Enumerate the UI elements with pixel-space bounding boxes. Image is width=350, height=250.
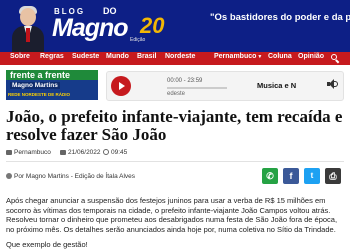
- article-date-label: 21/06/2022: [68, 149, 101, 156]
- nav-item-pernambuco[interactable]: Pernambuco▼: [214, 53, 262, 60]
- article-time-label: 09:45: [111, 149, 128, 156]
- logo-subtitle: Edição: [130, 37, 146, 43]
- share-whatsapp-button[interactable]: ✆: [262, 168, 278, 184]
- nav-item-coluna[interactable]: Coluna: [268, 53, 292, 60]
- article-body: Após chegar anunciar a suspensão dos fes…: [6, 196, 338, 234]
- search-icon[interactable]: [331, 54, 340, 64]
- calendar-icon: [60, 149, 66, 155]
- player-schedule: 00:00 - 23:59: [167, 78, 203, 84]
- article-title: João, o prefeito infante-viajante, tem r…: [6, 107, 343, 144]
- play-icon: [119, 82, 125, 90]
- share-twitter-button[interactable]: t: [304, 168, 320, 184]
- nav-item-nordeste[interactable]: Nordeste: [165, 53, 195, 60]
- article-author-label: Por Magno Martins - Edição de Ítala Alve…: [14, 173, 136, 180]
- columnist-photo: [10, 4, 46, 52]
- logo-anniversary-number: 20: [140, 13, 165, 38]
- article-body-closing: Que exemplo de gestão!: [6, 240, 88, 249]
- radio-program-title: frente a frente: [10, 70, 71, 80]
- nav-item-mundo[interactable]: Mundo: [106, 53, 129, 60]
- site-header: BLOG DO Magno 20 Edição "Os bastidores d…: [0, 0, 350, 52]
- article-time: 09:45: [103, 149, 127, 156]
- folder-icon: [6, 149, 12, 155]
- nav-item-regras[interactable]: Regras: [40, 53, 64, 60]
- clock-icon: [103, 149, 109, 156]
- player-progress-bar[interactable]: [167, 87, 227, 89]
- article-date: 21/06/2022: [60, 149, 101, 156]
- nav-item-pernambuco-label: Pernambuco: [214, 53, 257, 60]
- article-category[interactable]: Pernambuco: [6, 149, 51, 156]
- share-facebook-button[interactable]: f: [283, 168, 299, 184]
- nav-item-brasil[interactable]: Brasil: [137, 53, 156, 60]
- logo-magno-text[interactable]: Magno: [52, 14, 129, 43]
- article-category-label: Pernambuco: [14, 149, 51, 156]
- chevron-down-icon: ▼: [257, 54, 263, 60]
- radio-network-name: REDE NORDESTE DE RÁDIO: [8, 92, 71, 97]
- play-button[interactable]: [111, 76, 131, 96]
- player-station: edeste: [167, 91, 186, 97]
- meta-divider: [6, 161, 344, 162]
- radio-program-banner[interactable]: frente a frente Magno Martins REDE NORDE…: [6, 70, 98, 100]
- nav-item-sudeste[interactable]: Sudeste: [72, 53, 99, 60]
- main-nav: Sobre Regras Sudeste Mundo Brasil Nordes…: [0, 52, 350, 65]
- print-button[interactable]: ⎙: [325, 168, 341, 184]
- player-track-title: Musica e N: [257, 81, 297, 90]
- volume-icon[interactable]: [327, 79, 338, 89]
- radio-host-name: Magno Martins: [10, 82, 60, 89]
- user-icon: [6, 173, 12, 180]
- site-tagline: "Os bastidores do poder e da política: [210, 12, 350, 23]
- article-author: Por Magno Martins - Edição de Ítala Alve…: [6, 173, 135, 180]
- nav-item-opiniao[interactable]: Opinião: [298, 53, 324, 60]
- nav-item-sobre[interactable]: Sobre: [10, 53, 30, 60]
- radio-player: 00:00 - 23:59 edeste Musica e N: [106, 71, 344, 101]
